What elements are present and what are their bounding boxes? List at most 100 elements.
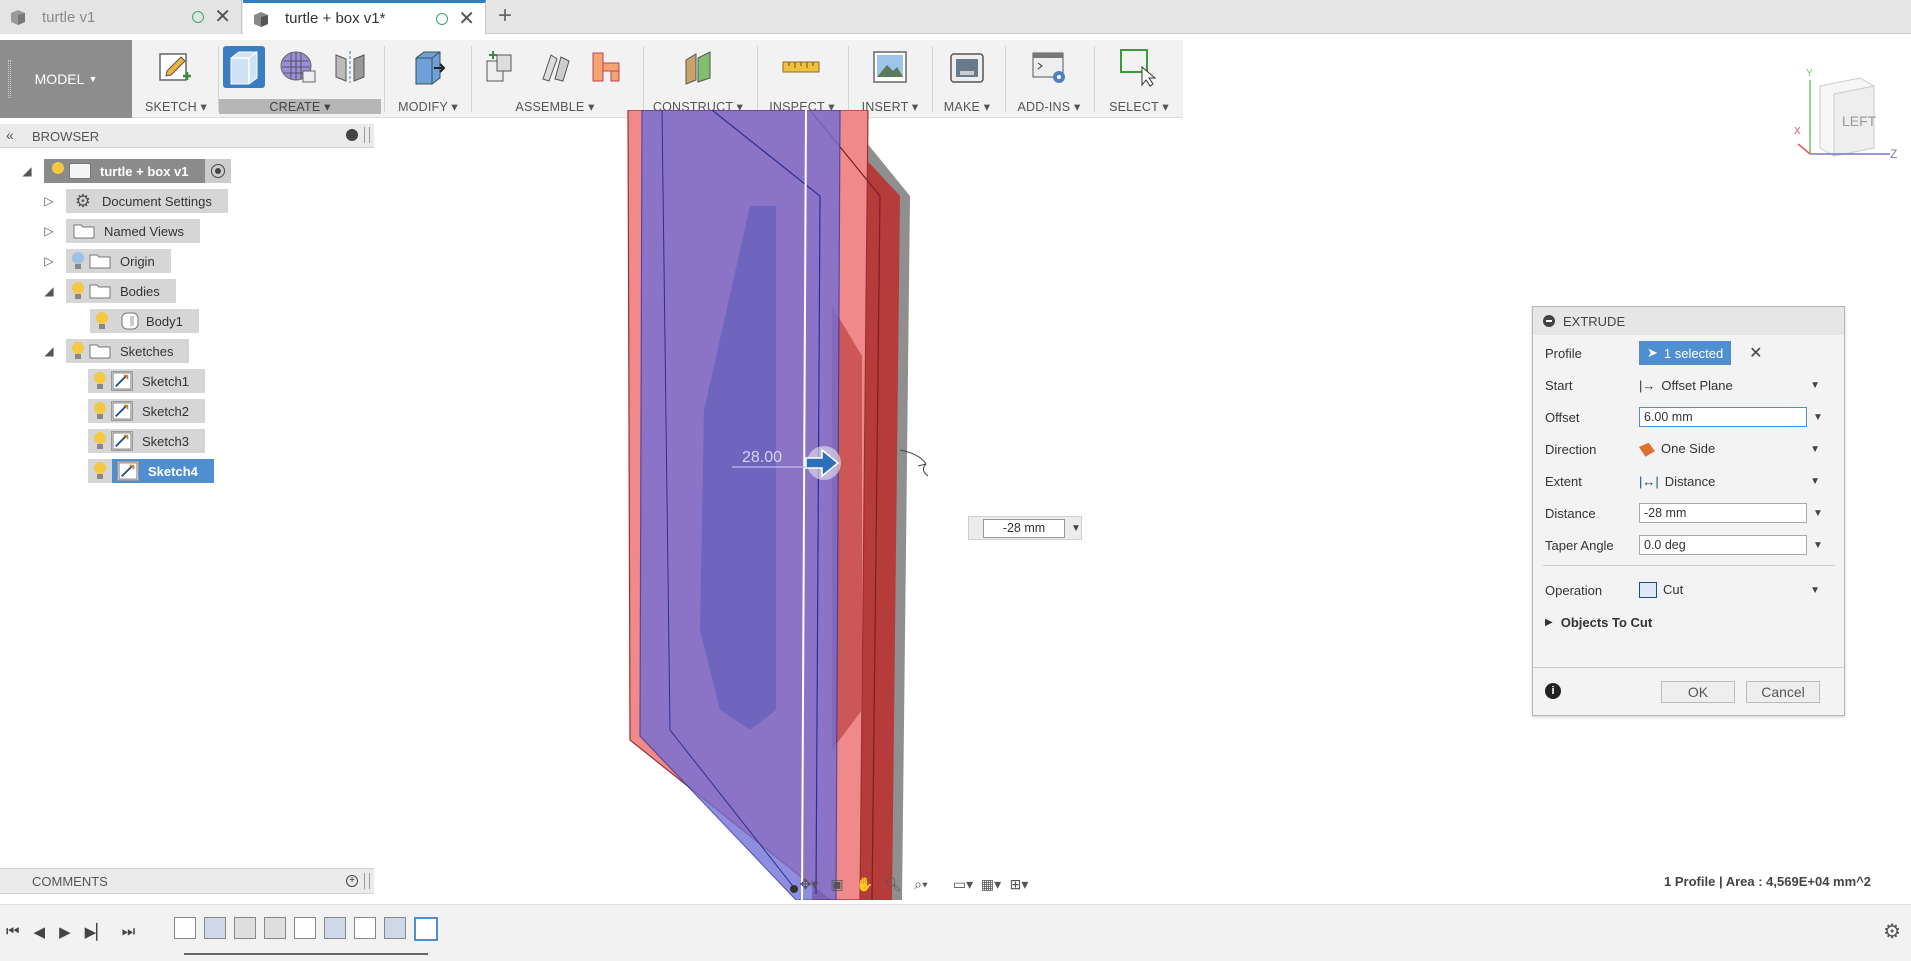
- tree-item-bodies[interactable]: ◢ Bodies: [42, 279, 176, 303]
- collapsed-triangle-icon[interactable]: ▷: [42, 224, 56, 238]
- chevron-down-icon[interactable]: ▼: [1813, 412, 1823, 423]
- close-icon[interactable]: ✕: [458, 9, 475, 29]
- lightbulb-icon[interactable]: [92, 371, 108, 391]
- fit-icon[interactable]: ⌕▾: [907, 872, 935, 896]
- lightbulb-off-icon[interactable]: [70, 251, 86, 271]
- play-icon[interactable]: ▶: [59, 923, 71, 941]
- comments-panel-header[interactable]: COMMENTS +: [0, 868, 374, 894]
- lightbulb-icon[interactable]: [70, 341, 86, 361]
- tree-item-origin[interactable]: ▷ Origin: [42, 249, 171, 273]
- timeline-sketch-icon[interactable]: [414, 917, 438, 941]
- activate-radio-icon[interactable]: [204, 159, 231, 183]
- lightbulb-icon[interactable]: [94, 311, 110, 331]
- model-viewport[interactable]: 28.00: [600, 110, 940, 900]
- lightbulb-icon[interactable]: [92, 461, 108, 481]
- grid-icon[interactable]: ▦▾: [977, 872, 1005, 896]
- measure-button[interactable]: [780, 46, 822, 88]
- group-label[interactable]: MODIFY: [398, 100, 448, 114]
- tab-turtle-box-v1[interactable]: turtle + box v1* ✕: [243, 0, 486, 34]
- minus-circle-icon[interactable]: [346, 129, 358, 141]
- look-at-icon[interactable]: ▣: [823, 872, 851, 896]
- joint-button[interactable]: [534, 46, 576, 88]
- tree-root[interactable]: ◢ turtle + box v1: [20, 159, 231, 183]
- select-button[interactable]: [1117, 46, 1159, 88]
- expand-triangle-icon[interactable]: ▶: [1545, 617, 1553, 628]
- press-pull-button[interactable]: [407, 46, 449, 88]
- offset-input[interactable]: 6.00 mm: [1639, 407, 1807, 427]
- group-label[interactable]: CREATE: [269, 100, 320, 114]
- timeline-sketch-icon[interactable]: [294, 917, 316, 939]
- as-built-joint-button[interactable]: [584, 46, 626, 88]
- scripts-button[interactable]: [1028, 46, 1070, 88]
- timeline-form-icon[interactable]: [264, 917, 286, 939]
- form-button[interactable]: [277, 46, 319, 88]
- tree-item-named-views[interactable]: ▷ Named Views: [42, 219, 200, 243]
- zoom-icon[interactable]: 🔍︎: [879, 872, 907, 896]
- distance-manipulator-input[interactable]: -28 mm: [983, 518, 1065, 538]
- tree-item-sketch1[interactable]: Sketch1: [88, 369, 205, 393]
- step-forward-icon[interactable]: ▶▏: [85, 923, 108, 941]
- dialog-header[interactable]: EXTRUDE: [1533, 307, 1844, 335]
- add-comment-icon[interactable]: +: [346, 875, 358, 887]
- group-label[interactable]: SKETCH: [145, 100, 197, 114]
- timeline-sketch-icon[interactable]: [354, 917, 376, 939]
- operation-dropdown[interactable]: Cut ▼: [1639, 579, 1824, 601]
- create-sketch-button[interactable]: [154, 46, 196, 88]
- timeline-extrude-icon[interactable]: [204, 917, 226, 939]
- go-to-start-icon[interactable]: ⏮: [6, 923, 20, 941]
- info-icon[interactable]: i: [1545, 683, 1561, 699]
- ok-button[interactable]: OK: [1661, 681, 1735, 703]
- tree-item-sketch2[interactable]: Sketch2: [88, 399, 205, 423]
- clear-selection-icon[interactable]: ✕: [1749, 343, 1762, 363]
- mirror-button[interactable]: [329, 46, 371, 88]
- timeline-extrude-icon[interactable]: [384, 917, 406, 939]
- expanded-triangle-icon[interactable]: ◢: [20, 164, 34, 178]
- profile-select-button[interactable]: ➤ 1 selected: [1639, 341, 1732, 365]
- distance-input[interactable]: -28 mm: [1639, 503, 1807, 523]
- timeline-form-icon[interactable]: [234, 917, 256, 939]
- cancel-button[interactable]: Cancel: [1746, 681, 1820, 703]
- gear-icon[interactable]: ⚙: [1883, 919, 1901, 944]
- close-icon[interactable]: ✕: [214, 7, 231, 27]
- viewcube[interactable]: LEFT Y Z X: [1790, 64, 1900, 164]
- chevron-down-icon[interactable]: ▼: [1813, 508, 1823, 519]
- tree-item-document-settings[interactable]: ▷ ⚙ Document Settings: [42, 189, 228, 213]
- chevron-down-icon[interactable]: ▼: [1071, 523, 1081, 534]
- direction-dropdown[interactable]: One Side ▼: [1639, 438, 1824, 460]
- tree-item-sketches[interactable]: ◢ Sketches: [42, 339, 190, 363]
- timeline-extrude-icon[interactable]: [324, 917, 346, 939]
- step-back-icon[interactable]: ◀: [34, 923, 46, 941]
- collapsed-triangle-icon[interactable]: ▷: [42, 194, 56, 208]
- group-label[interactable]: SELECT: [1109, 100, 1159, 114]
- objects-to-cut-row[interactable]: ▶ Objects To Cut: [1545, 610, 1835, 634]
- collapsed-triangle-icon[interactable]: ▷: [42, 254, 56, 268]
- panel-grip[interactable]: [364, 127, 370, 143]
- timeline-sketch-icon[interactable]: [174, 917, 196, 939]
- lightbulb-icon[interactable]: [92, 431, 108, 451]
- insert-image-button[interactable]: [869, 46, 911, 88]
- lightbulb-icon[interactable]: [50, 161, 66, 181]
- viewports-icon[interactable]: ⊞▾: [1005, 872, 1033, 896]
- tree-item-body1[interactable]: Body1: [90, 309, 199, 333]
- group-label[interactable]: ADD-INS: [1018, 100, 1071, 114]
- workspace-switcher[interactable]: MODEL ▼: [0, 40, 132, 118]
- expanded-triangle-icon[interactable]: ◢: [42, 284, 56, 298]
- offset-plane-button[interactable]: [677, 46, 719, 88]
- lightbulb-icon[interactable]: [70, 281, 86, 301]
- orbit-icon[interactable]: ✥▾: [795, 872, 823, 896]
- display-settings-icon[interactable]: ▭▾: [949, 872, 977, 896]
- panel-grip[interactable]: [364, 873, 370, 889]
- 3d-print-button[interactable]: [946, 46, 988, 88]
- tab-turtle-v1[interactable]: turtle v1 ✕: [0, 0, 242, 34]
- extrude-button[interactable]: [223, 46, 265, 88]
- new-tab-button[interactable]: +: [498, 4, 512, 28]
- chevron-down-icon[interactable]: ▼: [1813, 540, 1823, 551]
- expanded-triangle-icon[interactable]: ◢: [42, 344, 56, 358]
- toolbar-grip[interactable]: [8, 60, 11, 98]
- go-to-end-icon[interactable]: ⏭: [122, 923, 136, 941]
- group-label[interactable]: MAKE: [944, 100, 980, 114]
- tree-item-sketch3[interactable]: Sketch3: [88, 429, 205, 453]
- start-dropdown[interactable]: |→ Offset Plane ▼: [1639, 374, 1824, 396]
- lightbulb-icon[interactable]: [92, 401, 108, 421]
- extent-dropdown[interactable]: |↔| Distance ▼: [1639, 470, 1824, 492]
